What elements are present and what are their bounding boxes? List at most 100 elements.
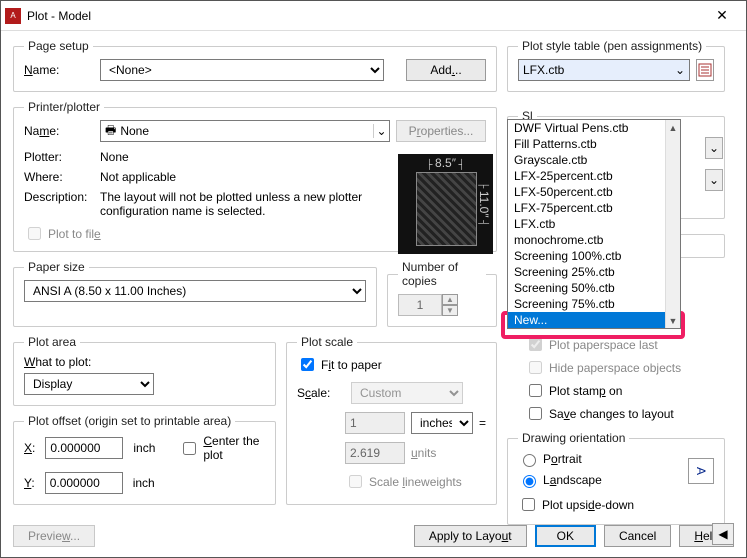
- plot-offset-group: Plot offset (origin set to printable are…: [13, 414, 276, 505]
- y-label: Y:: [24, 476, 35, 490]
- x-input[interactable]: [45, 437, 123, 459]
- what-to-plot-select[interactable]: Display: [24, 373, 154, 395]
- list-item[interactable]: LFX-50percent.ctb: [508, 184, 680, 200]
- ok-button[interactable]: OK: [535, 525, 596, 547]
- apply-to-layout-button[interactable]: Apply to Layout: [414, 525, 527, 547]
- plot-style-legend: Plot style table (pen assignments): [518, 39, 706, 53]
- list-item[interactable]: LFX-75percent.ctb: [508, 200, 680, 216]
- center-plot-check[interactable]: Center the plot: [179, 434, 265, 462]
- preview-button[interactable]: Preview...: [13, 525, 95, 547]
- plot-area-legend: Plot area: [24, 335, 80, 349]
- plot-stamp-box[interactable]: [529, 384, 542, 397]
- y-unit: inch: [133, 476, 155, 490]
- upside-down-box[interactable]: [522, 498, 535, 511]
- copies-down-icon: ▼: [442, 305, 458, 316]
- list-item-new[interactable]: New...: [508, 312, 680, 328]
- save-changes-box[interactable]: [529, 407, 542, 420]
- plot-dialog: A Plot - Model ✕ Page setup Name: <None>…: [0, 0, 747, 558]
- close-button[interactable]: ✕: [702, 7, 742, 24]
- page-setup-group: Page setup Name: <None> Add...: [13, 39, 497, 92]
- page-name-select[interactable]: <None>: [100, 59, 384, 81]
- units-label: units: [411, 446, 436, 460]
- scroll-up-icon[interactable]: ▲: [666, 120, 680, 135]
- properties-button[interactable]: Properties...: [396, 120, 486, 142]
- printer-name-label: Name:: [24, 124, 94, 138]
- portrait-radio[interactable]: Portrait: [518, 451, 582, 467]
- upside-down-check[interactable]: Plot upside-down: [518, 495, 634, 514]
- scale-num2: [345, 442, 405, 464]
- copies-group: Number of copies ▲ ▼: [387, 260, 497, 327]
- list-item[interactable]: Screening 50%.ctb: [508, 280, 680, 296]
- copies-legend: Number of copies: [398, 260, 486, 288]
- list-item[interactable]: LFX-25percent.ctb: [508, 168, 680, 184]
- list-item[interactable]: monochrome.ctb: [508, 232, 680, 248]
- printer-name-dropdown-icon[interactable]: ⌄: [373, 124, 389, 138]
- scale-select: Custom: [351, 382, 463, 404]
- list-item[interactable]: Screening 75%.ctb: [508, 296, 680, 312]
- plot-style-select[interactable]: LFX.ctb ⌄: [518, 59, 690, 81]
- scale-label: Scale:: [297, 386, 345, 400]
- fit-to-paper-box[interactable]: [301, 358, 314, 371]
- copies-spinner[interactable]: ▲ ▼: [398, 294, 486, 316]
- app-icon: A: [5, 8, 21, 24]
- plotter-label: Plotter:: [24, 150, 94, 164]
- printer-legend: Printer/plotter: [24, 100, 104, 114]
- list-item[interactable]: Screening 25%.ctb: [508, 264, 680, 280]
- plot-scale-legend: Plot scale: [297, 335, 357, 349]
- hide-paperspace-box: [529, 361, 542, 374]
- portrait-radio-input[interactable]: [523, 454, 536, 467]
- plot-paperspace-last-check: Plot paperspace last: [525, 335, 658, 354]
- list-item[interactable]: Screening 100%.ctb: [508, 248, 680, 264]
- scale-num1: [345, 412, 405, 434]
- hide-paperspace-check: Hide paperspace objects: [525, 358, 681, 377]
- copies-up-icon: ▲: [442, 294, 458, 305]
- shade-plot-select-stub[interactable]: ⌄: [705, 137, 723, 159]
- y-input[interactable]: [45, 472, 123, 494]
- plot-area-group: Plot area What to plot: Display: [13, 335, 276, 406]
- paper-size-select[interactable]: ANSI A (8.50 x 11.00 Inches): [24, 280, 366, 302]
- list-item[interactable]: Fill Patterns.ctb: [508, 136, 680, 152]
- paper-preview: ├ 8.5″ ┤ ├ 11.0″ ┤: [398, 154, 493, 254]
- plot-to-file-box: [28, 227, 41, 240]
- x-label: X:: [24, 441, 35, 455]
- scale-lineweights-check: Scale lineweights: [345, 472, 462, 491]
- paper-size-legend: Paper size: [24, 260, 89, 274]
- scroll-down-icon[interactable]: ▼: [666, 313, 680, 328]
- plot-offset-legend: Plot offset (origin set to printable are…: [24, 414, 235, 428]
- copies-input: [398, 294, 442, 316]
- plot-style-dropdown-list[interactable]: DWF Virtual Pens.ctb Fill Patterns.ctb G…: [507, 119, 681, 329]
- where-label: Where:: [24, 170, 94, 184]
- plot-scale-group: Plot scale Fit to paper Scale: Custom: [286, 335, 497, 505]
- plot-style-table-group: Plot style table (pen assignments) LFX.c…: [507, 39, 725, 92]
- edit-plot-style-button[interactable]: [696, 59, 714, 81]
- list-item[interactable]: LFX.ctb: [508, 216, 680, 232]
- scale-lineweights-box: [349, 475, 362, 488]
- plot-paperspace-last-box: [529, 338, 542, 351]
- quality-select-stub[interactable]: ⌄: [705, 169, 723, 191]
- plot-stamp-check[interactable]: Plot stamp on: [525, 381, 622, 400]
- plot-to-file-check[interactable]: Plot to file: [24, 224, 101, 243]
- cancel-button[interactable]: Cancel: [604, 525, 671, 547]
- landscape-radio[interactable]: Landscape: [518, 472, 602, 488]
- preview-page-icon: [416, 172, 477, 246]
- list-item[interactable]: DWF Virtual Pens.ctb: [508, 120, 680, 136]
- orientation-group: Drawing orientation Portrait Landscape: [507, 431, 725, 525]
- dropdown-scrollbar[interactable]: ▲ ▼: [665, 120, 680, 328]
- plot-style-dropdown-icon: ⌄: [675, 63, 685, 77]
- window-title: Plot - Model: [27, 9, 702, 23]
- x-unit: inch: [133, 441, 155, 455]
- center-plot-box[interactable]: [183, 442, 196, 455]
- scale-unit-select[interactable]: inches: [411, 412, 473, 434]
- titlebar[interactable]: A Plot - Model ✕: [1, 1, 746, 31]
- add-button[interactable]: Add...: [406, 59, 486, 81]
- plot-style-selected: LFX.ctb: [523, 63, 564, 77]
- description-value: The layout will not be plotted unless a …: [100, 190, 380, 218]
- page-setup-legend: Page setup: [24, 39, 93, 53]
- orientation-icon: A: [688, 458, 714, 484]
- expand-options-button[interactable]: ◀: [712, 523, 734, 545]
- save-changes-check[interactable]: Save changes to layout: [525, 404, 674, 423]
- list-item[interactable]: Grayscale.ctb: [508, 152, 680, 168]
- fit-to-paper-check[interactable]: Fit to paper: [297, 355, 382, 374]
- landscape-radio-input[interactable]: [523, 475, 536, 488]
- orientation-legend: Drawing orientation: [518, 431, 629, 445]
